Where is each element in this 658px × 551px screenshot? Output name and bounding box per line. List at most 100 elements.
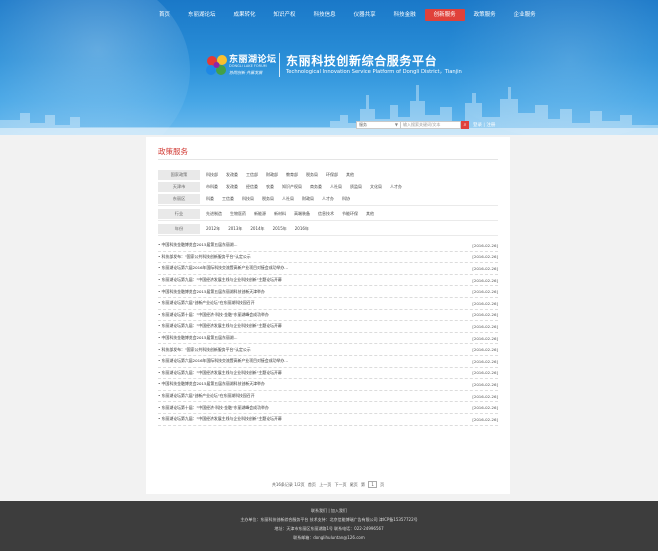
filter-option[interactable]: 科委 (206, 196, 214, 202)
filter-option[interactable]: 新材料 (274, 211, 286, 217)
filter-options: 2012年 2013年 2014年 2015年 2016年 (200, 226, 498, 232)
filter-option[interactable]: 人才办 (322, 196, 334, 202)
news-list: • 中国科技金融博览会2015届第五届东丽湖… [2016-02-26] • 科技部… (158, 240, 498, 426)
filter-option[interactable]: 信息技术 (318, 211, 334, 217)
page-number-select[interactable]: 1 (368, 481, 377, 488)
filter-option[interactable]: 市科委 (206, 184, 218, 190)
news-title-link[interactable]: • 科技部发布："国家公共科技创新服务平台"认定公示 (158, 347, 251, 353)
news-date: [2016-02-26] (472, 289, 498, 295)
news-title-link[interactable]: • 中国科技金融博览会2015届第五届东丽湖… (158, 242, 238, 248)
list-item: • 东丽湖论坛第六届"创新产业论坛"在东丽湖科技园召开 [2016-02-26] (158, 298, 498, 310)
news-date: [2016-02-26] (472, 370, 498, 376)
main-nav: 首页 东丽湖论坛 成果转化 知识产权 科技信息 仪器共享 科技金融 创新服务 政… (150, 9, 545, 21)
news-date: [2016-02-26] (472, 242, 498, 248)
filter-option[interactable]: 新能源 (254, 211, 266, 217)
filter-label: 行业 (158, 209, 200, 219)
filter-option[interactable]: 商务委 (310, 184, 322, 190)
news-title-link[interactable]: • 东丽湖论坛第六届"创新产业论坛"在东丽湖科技园召开 (158, 300, 255, 306)
news-date: [2016-02-26] (472, 381, 498, 387)
nav-item-enterprise[interactable]: 企业服务 (505, 9, 545, 21)
filter-option[interactable]: 2013年 (228, 226, 242, 232)
news-title-link[interactable]: • 中国科技金融博览会2015届第五届东丽湖科技创新天津举办 (158, 289, 265, 295)
news-title-link[interactable]: • 东丽湖论坛第六届"创新产业论坛"在东丽湖科技园召开 (158, 393, 255, 399)
filter-option[interactable]: 节能环保 (342, 211, 358, 217)
filter-option[interactable]: 工信部 (246, 172, 258, 178)
filter-option[interactable]: 发改委 (226, 172, 238, 178)
nav-item-instruments[interactable]: 仪器共享 (345, 9, 385, 21)
filter-option[interactable]: 税务局 (262, 196, 274, 202)
pager-last[interactable]: 尾页 (350, 482, 358, 487)
filter-option[interactable]: 教育部 (286, 172, 298, 178)
filter-option[interactable]: 高端装备 (294, 211, 310, 217)
pager-next[interactable]: 下一页 (334, 482, 346, 487)
filter-option[interactable]: 人才办 (390, 184, 402, 190)
filter-option[interactable]: 工信委 (222, 196, 234, 202)
filter-option[interactable]: 经信委 (246, 184, 258, 190)
list-item: • 科技部发布："国家公共科技创新服务平台"认定公示 [2016-02-26] (158, 252, 498, 264)
filter-option[interactable]: 人社局 (330, 184, 342, 190)
filter-option[interactable]: 2015年 (273, 226, 287, 232)
filter-label: 东丽区 (158, 194, 200, 204)
news-title-link[interactable]: • 中国科技金融博览会2015届第五届东丽湖… (158, 335, 238, 341)
site-subtitle: Technological Innovation Service Platfor… (286, 69, 462, 75)
nav-item-achievements[interactable]: 成果转化 (225, 9, 265, 21)
city-skyline-graphic (0, 85, 658, 135)
news-title-link[interactable]: • 东丽湖论坛第九届："中国经济发展主线与企业科技创新"主题论坛开幕 (158, 416, 282, 422)
filter-option[interactable]: 人社局 (282, 196, 294, 202)
news-title-link[interactable]: • 东丽湖论坛第九届："中国经济发展主线与企业科技创新"主题论坛开幕 (158, 323, 282, 329)
filter-options: 科技部 发改委 工信部 财政部 教育部 税务局 环保部 其他 (200, 172, 498, 178)
filter-row: 国家政策 科技部 发改委 工信部 财政部 教育部 税务局 环保部 其他 (158, 170, 498, 180)
news-title-link[interactable]: • 东丽湖论坛第九届："中国经济发展主线与企业科技创新"主题论坛开幕 (158, 277, 282, 283)
filter-option[interactable]: 其他 (366, 211, 374, 217)
news-title-link[interactable]: • 东丽湖论坛第九届："中国经济发展主线与企业科技创新"主题论坛开幕 (158, 370, 282, 376)
pager-first[interactable]: 首页 (308, 482, 316, 487)
filter-option[interactable]: 科技局 (242, 196, 254, 202)
filter-option[interactable]: 知识产权局 (282, 184, 302, 190)
filter-option[interactable]: 先进制造 (206, 211, 222, 217)
nav-item-ip[interactable]: 知识产权 (265, 9, 305, 21)
pagination: 共16条记录 1/2页 首页 上一页 下一页 尾页 第 1 页 (146, 481, 510, 488)
logo-divider (279, 53, 280, 77)
filter-option[interactable]: 其他 (346, 172, 354, 178)
filter-option[interactable]: 文化局 (370, 184, 382, 190)
nav-item-finance[interactable]: 科技金融 (385, 9, 425, 21)
news-title-link[interactable]: • 科技部发布："国家公共科技创新服务平台"认定公示 (158, 254, 251, 260)
news-date: [2016-02-26] (472, 277, 498, 283)
list-item: • 东丽湖论坛第六届2016年国际科技交流暨高新产业项目对接会成功举办… [201… (158, 356, 498, 368)
nav-item-policy[interactable]: 政策服务 (465, 9, 505, 21)
filter-label: 年份 (158, 224, 200, 234)
filter-option[interactable]: 发改委 (226, 184, 238, 190)
news-date: [2016-02-26] (472, 416, 498, 422)
filter-option[interactable]: 2016年 (295, 226, 309, 232)
list-item: • 东丽湖论坛第十届："中国经济·科技·金融"东丽湖峰会成功举办 [2016-02… (158, 402, 498, 414)
nav-item-home[interactable]: 首页 (150, 9, 179, 21)
filter-option[interactable]: 科技部 (206, 172, 218, 178)
nav-item-tech-info[interactable]: 科技信息 (305, 9, 345, 21)
news-title-link[interactable]: • 中国科技金融博览会2015届第五届东丽湖科技创新天津举办 (158, 381, 265, 387)
pager-goto-suffix: 页 (380, 482, 385, 487)
filter-option[interactable]: 科协 (342, 196, 350, 202)
login-register-links[interactable]: 登录 | 注册 (473, 122, 495, 128)
filter-option[interactable]: 生物医药 (230, 211, 246, 217)
search-input[interactable]: 输入搜索关键词/文本 (401, 121, 461, 129)
news-title-link[interactable]: • 东丽湖论坛第六届2016年国际科技交流暨高新产业项目对接会成功举办… (158, 265, 288, 271)
filter-option[interactable]: 2014年 (250, 226, 264, 232)
footer-links[interactable]: 联系我们 | 加入我们 (0, 501, 658, 515)
search-category-select[interactable]: 服务 ▼ (356, 121, 401, 129)
filter-row: 行业 先进制造 生物医药 新能源 新材料 高端装备 信息技术 节能环保 其他 (158, 209, 498, 219)
filter-option[interactable]: 2012年 (206, 226, 220, 232)
filter-option[interactable]: 财政局 (302, 196, 314, 202)
search-button[interactable]: ⌕ (461, 121, 469, 129)
filter-option[interactable]: 环保部 (326, 172, 338, 178)
filter-option[interactable]: 财政部 (266, 172, 278, 178)
nav-item-forum[interactable]: 东丽湖论坛 (179, 9, 225, 21)
filter-option[interactable]: 农委 (266, 184, 274, 190)
news-title-link[interactable]: • 东丽湖论坛第十届："中国经济·科技·金融"东丽湖峰会成功举办 (158, 405, 269, 411)
news-title-link[interactable]: • 东丽湖论坛第十届："中国经济·科技·金融"东丽湖峰会成功举办 (158, 312, 269, 318)
pager-prev[interactable]: 上一页 (319, 482, 331, 487)
filter-option[interactable]: 质监局 (350, 184, 362, 190)
nav-item-innovation[interactable]: 创新服务 (424, 9, 465, 21)
filter-option[interactable]: 税务局 (306, 172, 318, 178)
list-item: • 科技部发布："国家公共科技创新服务平台"认定公示 [2016-02-26] (158, 344, 498, 356)
news-title-link[interactable]: • 东丽湖论坛第六届2016年国际科技交流暨高新产业项目对接会成功举办… (158, 358, 288, 364)
